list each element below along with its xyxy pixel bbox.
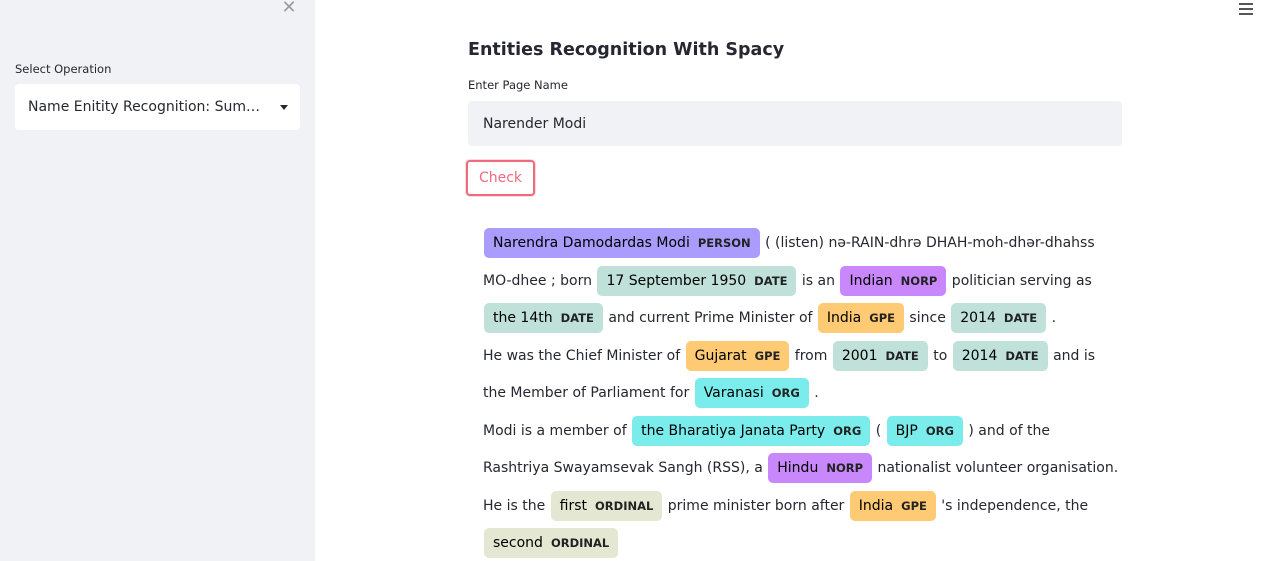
- entity-date: 2014 DATE: [951, 303, 1047, 333]
- entity-line: Rashtriya Swayamsevak Sangh (RSS), a Hin…: [483, 450, 1118, 488]
- entity-text: Varanasi: [703, 385, 764, 401]
- entity-label: DATE: [885, 348, 919, 363]
- plain-text: the Member of Parliament for: [483, 385, 694, 401]
- caret-down-icon: [280, 104, 288, 110]
- entity-gpe: India GPE: [817, 303, 904, 333]
- entity-label: ORG: [925, 423, 954, 438]
- entity-label: GPE: [869, 311, 895, 325]
- plain-text: nationalist volunteer organisation.: [873, 460, 1119, 476]
- close-icon[interactable]: ✕: [280, 0, 298, 18]
- entity-text: India: [826, 310, 862, 326]
- entity-text: the 14th: [493, 310, 553, 326]
- entity-text: Hindu: [777, 460, 819, 476]
- entity-text: 2014: [960, 310, 996, 326]
- entities-output: Narendra Damodardas Modi PERSON ( (listen…: [483, 225, 1118, 561]
- entity-line: the 14th DATE and current Prime Minister …: [483, 300, 1108, 338]
- plain-text: and is: [1048, 347, 1096, 364]
- entity-text: 17 September 1950: [606, 272, 747, 289]
- plain-text: from: [790, 347, 832, 364]
- entity-line: MO-dhee ; born 17 September 1950 DATE is …: [483, 263, 1108, 301]
- plain-text: Rashtriya Swayamsevak Sangh (RSS), a: [483, 460, 768, 476]
- entity-line: Narendra Damodardas Modi PERSON ( (listen…: [483, 225, 1108, 263]
- entity-label: ORG: [833, 423, 862, 438]
- entity-label: PERSON: [697, 236, 751, 250]
- entity-label: GPE: [901, 498, 927, 513]
- entity-gpe: Gujarat GPE: [685, 340, 790, 371]
- entity-label: ORG: [771, 386, 800, 400]
- entity-text: 2014: [961, 347, 998, 364]
- entity-label: NORP: [900, 273, 938, 288]
- plain-text: prime minister born after: [663, 497, 849, 514]
- entity-date: 2014 DATE: [952, 340, 1048, 371]
- operation-select[interactable]: Name Enitity Recognition: Summ...: [15, 84, 300, 130]
- page-name-input[interactable]: [468, 101, 1122, 146]
- entity-org: the Bharatiya Janata Party ORG: [632, 415, 871, 446]
- entity-date: 17 September 1950 DATE: [597, 265, 797, 296]
- entity-date: the 14th DATE: [484, 303, 603, 333]
- entity-label: DATE: [1005, 348, 1039, 363]
- entity-label: DATE: [1003, 311, 1038, 325]
- entity-label: NORP: [826, 461, 864, 475]
- hamburger-icon[interactable]: [1239, 3, 1253, 15]
- operation-select-value: Name Enitity Recognition: Summ...: [28, 99, 270, 115]
- plain-text: ) and of the: [963, 422, 1050, 439]
- plain-text: is an: [797, 272, 840, 289]
- entity-line: second ORDINAL: [483, 525, 1108, 561]
- entity-norp: Indian NORP: [840, 265, 947, 296]
- entity-line: Modi is a member of the Bharatiya Janata…: [483, 413, 1108, 451]
- entity-label: ORDINAL: [595, 498, 654, 513]
- entity-text: the Bharatiya Janata Party: [641, 422, 826, 439]
- entity-org: BJP ORG: [886, 415, 963, 446]
- plain-text: to: [928, 347, 952, 364]
- entity-text: first: [559, 497, 588, 514]
- entity-text: 2001: [841, 347, 878, 364]
- check-button[interactable]: Check: [466, 160, 535, 196]
- entity-text: Narendra Damodardas Modi: [493, 235, 690, 251]
- plain-text: .: [1047, 310, 1057, 326]
- entity-ordinal: first ORDINAL: [550, 490, 663, 521]
- plain-text: (: [871, 422, 886, 439]
- entity-text: India: [858, 497, 894, 514]
- plain-text: and current Prime Minister of: [603, 310, 817, 326]
- entity-line: He was the Chief Minister of Gujarat GPE …: [483, 338, 1108, 376]
- select-operation-label: Select Operation: [15, 62, 112, 76]
- plain-text: since: [904, 310, 951, 326]
- plain-text: Modi is a member of: [483, 422, 632, 439]
- entity-label: DATE: [560, 311, 594, 325]
- plain-text: He is the: [483, 497, 550, 514]
- plain-text: politician serving as: [947, 272, 1092, 289]
- plain-text: He was the Chief Minister of: [483, 347, 685, 364]
- page-name-label: Enter Page Name: [468, 78, 568, 92]
- plain-text: MO-dhee ; born: [483, 272, 597, 289]
- entity-text: Gujarat: [694, 347, 747, 364]
- sidebar: ✕ Select Operation Name Enitity Recognit…: [0, 0, 315, 561]
- entity-person: Narendra Damodardas Modi PERSON: [484, 228, 760, 258]
- plain-text: 's independence, the: [936, 497, 1089, 514]
- entity-ordinal: second ORDINAL: [484, 528, 619, 558]
- entity-date: 2001 DATE: [832, 340, 928, 371]
- entity-line: He is the first ORDINAL prime minister bo…: [483, 488, 1108, 526]
- entity-label: GPE: [754, 348, 781, 363]
- plain-text: ( (listen) nə-RAIN-dhrə DHAH-moh-dhər-dh…: [760, 235, 1095, 251]
- entity-line: the Member of Parliament for Varanasi ORG…: [483, 375, 1108, 413]
- entity-gpe: India GPE: [849, 490, 936, 521]
- entity-text: BJP: [895, 422, 918, 439]
- entity-text: second: [493, 535, 543, 551]
- plain-text: .: [809, 385, 819, 401]
- page-title: Entities Recognition With Spacy: [468, 40, 785, 60]
- entity-label: ORDINAL: [550, 536, 610, 550]
- entity-org: Varanasi ORG: [694, 378, 809, 408]
- entity-norp: Hindu NORP: [768, 453, 873, 483]
- entity-text: Indian: [849, 272, 893, 289]
- entity-label: DATE: [754, 273, 788, 288]
